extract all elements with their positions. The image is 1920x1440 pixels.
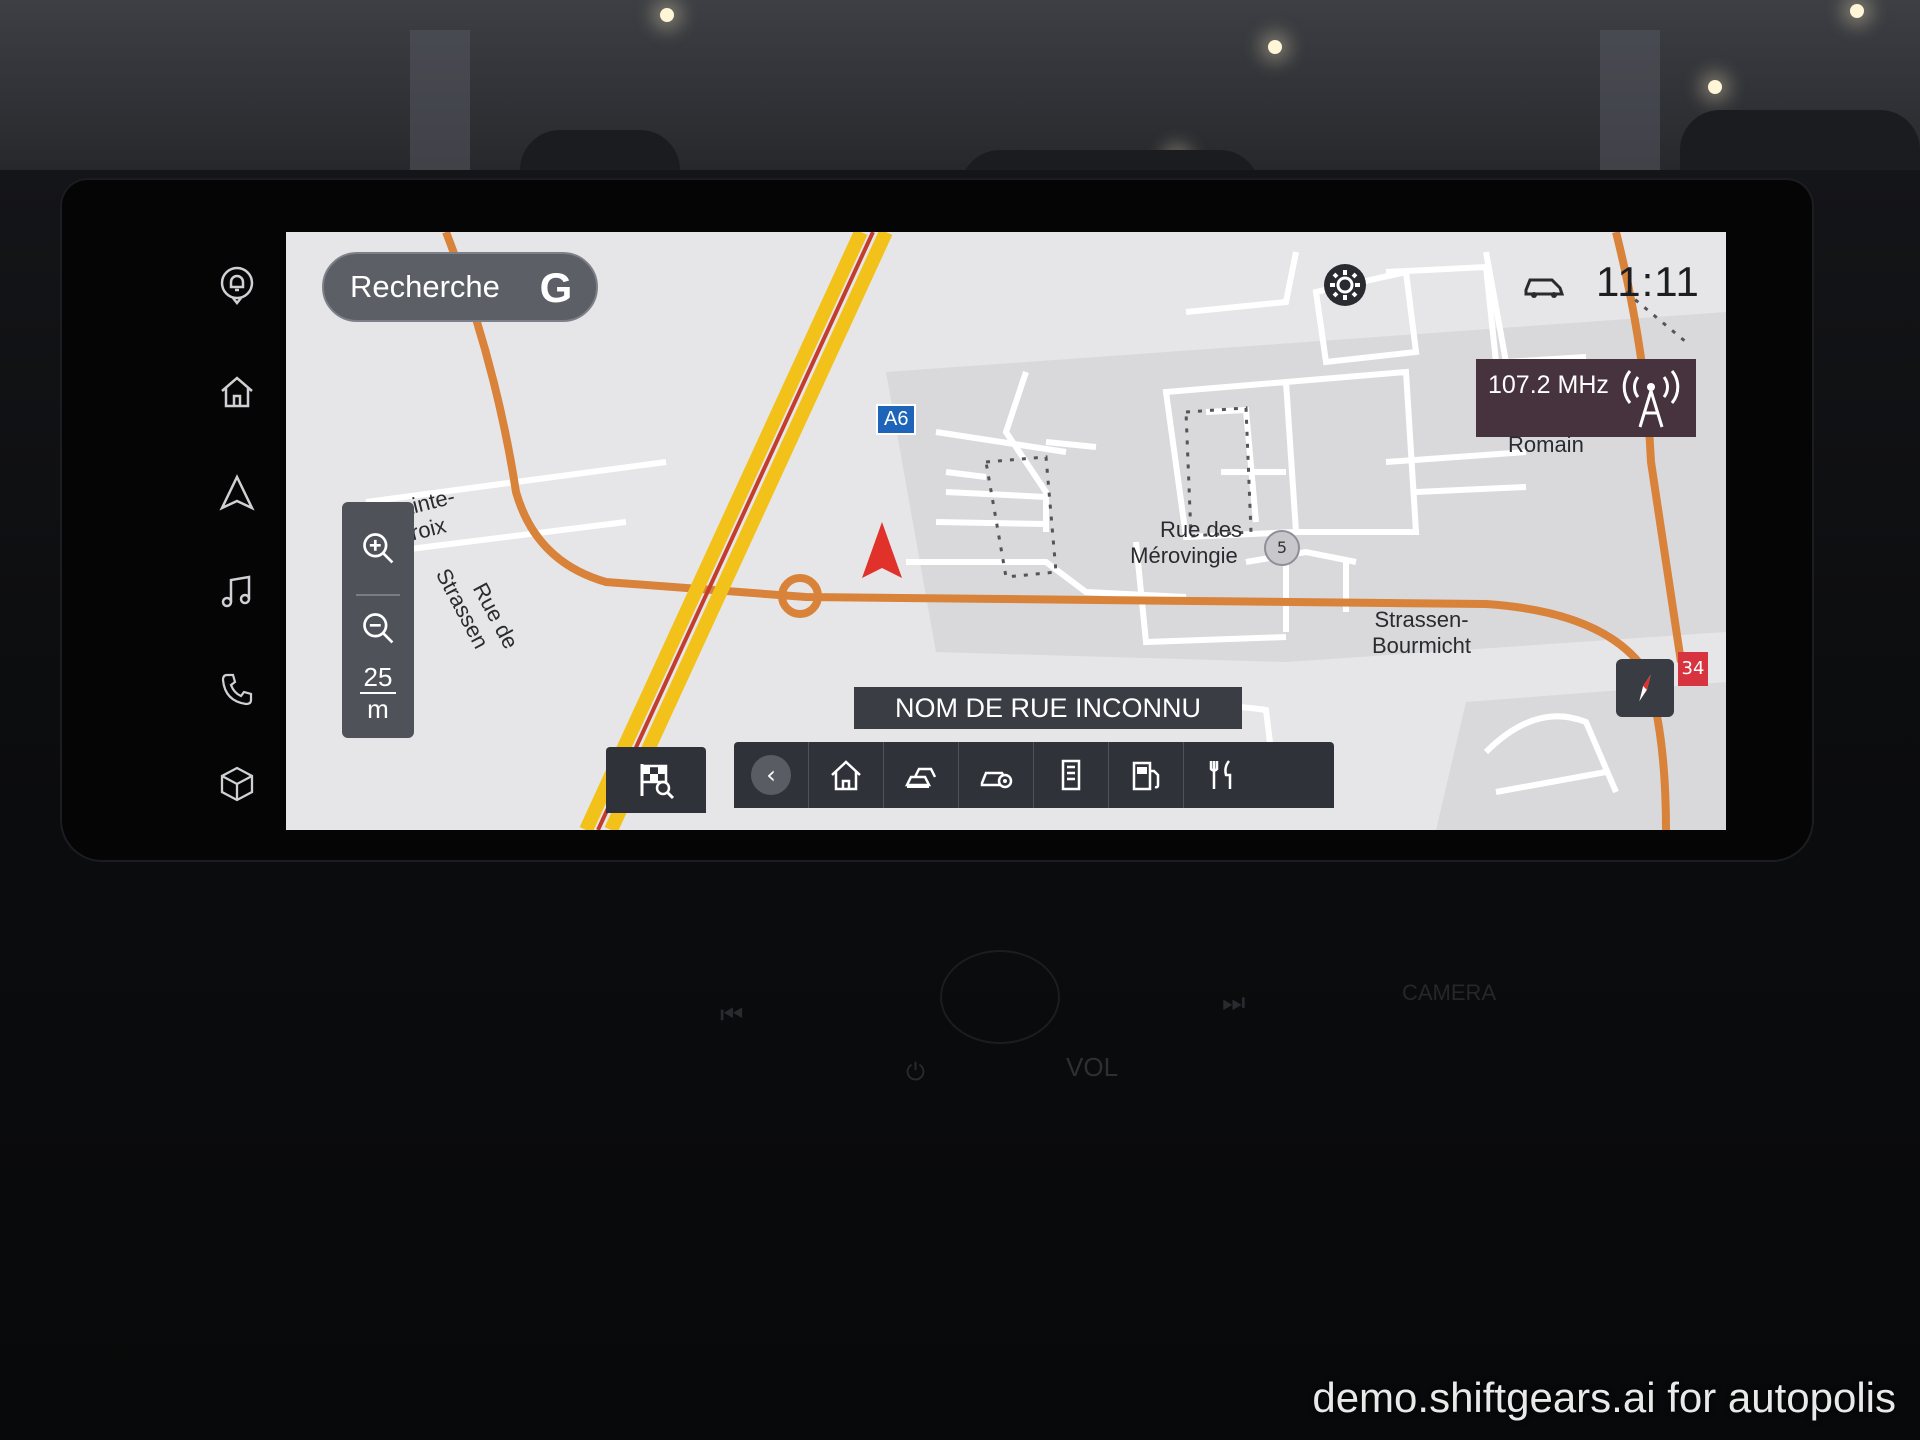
vol-label: VOL <box>1066 1052 1119 1082</box>
street-label-romain: Romain <box>1508 432 1584 457</box>
hardware-panel: ⏮ VOL ⏻ ⏭ CAMERA <box>0 900 1920 1100</box>
toolbar-fuel[interactable] <box>1109 742 1184 808</box>
compass-icon <box>1639 674 1651 702</box>
watermark: demo.shiftgears.ai for autopolis <box>1312 1374 1896 1421</box>
toolbar-restaurant[interactable] <box>1184 742 1259 808</box>
prev-track-button[interactable]: ⏮ <box>720 1000 743 1031</box>
current-street-banner: NOM DE RUE INCONNU <box>854 687 1242 729</box>
scale-unit: m <box>367 694 389 724</box>
clock: 11:11 <box>1596 258 1700 305</box>
home-icon[interactable] <box>210 365 264 419</box>
traffic-icon <box>904 767 937 788</box>
edge-tab-marker: 34 <box>1678 652 1708 686</box>
scale-value: 25 <box>359 662 397 694</box>
toolbar-back-button[interactable]: ‹ <box>734 742 809 808</box>
camera-label[interactable]: CAMERA <box>1402 980 1496 1006</box>
apps-cube-icon[interactable] <box>210 757 264 811</box>
zoom-in-icon <box>363 533 394 564</box>
zoom-controls: 25 m <box>342 502 414 738</box>
radio-antenna-icon <box>1622 370 1680 428</box>
toolbar-traffic[interactable] <box>884 742 959 808</box>
navigation-icon[interactable] <box>210 466 264 520</box>
next-track-button[interactable]: ⏭ <box>1222 988 1245 1019</box>
vehicle-status-icon <box>1524 278 1565 298</box>
checkered-flag-search-icon <box>640 764 675 800</box>
fuel-icon <box>1132 761 1160 791</box>
restaurant-icon <box>1209 760 1231 789</box>
toolbar-parking[interactable] <box>1034 742 1109 808</box>
back-icon: ‹ <box>751 755 791 795</box>
zoom-out-icon <box>363 613 394 644</box>
phone-icon[interactable] <box>210 662 264 716</box>
map-scale: 25 m <box>342 662 414 724</box>
poi-marker[interactable]: 5 <box>1264 530 1300 566</box>
volume-knob[interactable] <box>940 950 1060 1044</box>
music-icon[interactable] <box>210 565 264 619</box>
home-dest-icon <box>831 760 861 791</box>
google-search-icon: G <box>530 262 582 314</box>
radio-frequency: 107.2 MHz <box>1488 371 1609 399</box>
search-button[interactable]: Recherche G <box>322 252 598 322</box>
radio-station-widget[interactable]: 107.2 MHz <box>1476 359 1696 437</box>
highway-shield-a6: A6 <box>876 404 917 435</box>
destination-search-button[interactable] <box>606 747 706 813</box>
car-settings-icon <box>980 771 1013 789</box>
svg-text:G: G <box>540 264 573 311</box>
zoom-in-button[interactable] <box>354 524 402 572</box>
parking-icon <box>1061 759 1081 791</box>
search-label: Recherche <box>350 269 500 304</box>
power-icon[interactable]: ⏻ <box>906 1058 925 1086</box>
nav-toolbar: ‹ <box>734 742 1334 808</box>
street-label-merovingiens: Rue des Mérovingie <box>1130 517 1242 568</box>
notification-icon[interactable] <box>210 258 264 312</box>
zoom-divider <box>356 594 400 596</box>
compass-button[interactable] <box>1616 659 1674 717</box>
toolbar-car-settings[interactable] <box>959 742 1034 808</box>
toolbar-home-destination[interactable] <box>809 742 884 808</box>
infotainment-screen: Recherche G 11:11 107.2 MHz al Sainte- C… <box>286 232 1726 830</box>
settings-gear-icon[interactable] <box>1322 262 1368 308</box>
place-label-strassen-bourmicht: Strassen- Bourmicht <box>1372 607 1472 658</box>
zoom-out-button[interactable] <box>354 604 402 652</box>
